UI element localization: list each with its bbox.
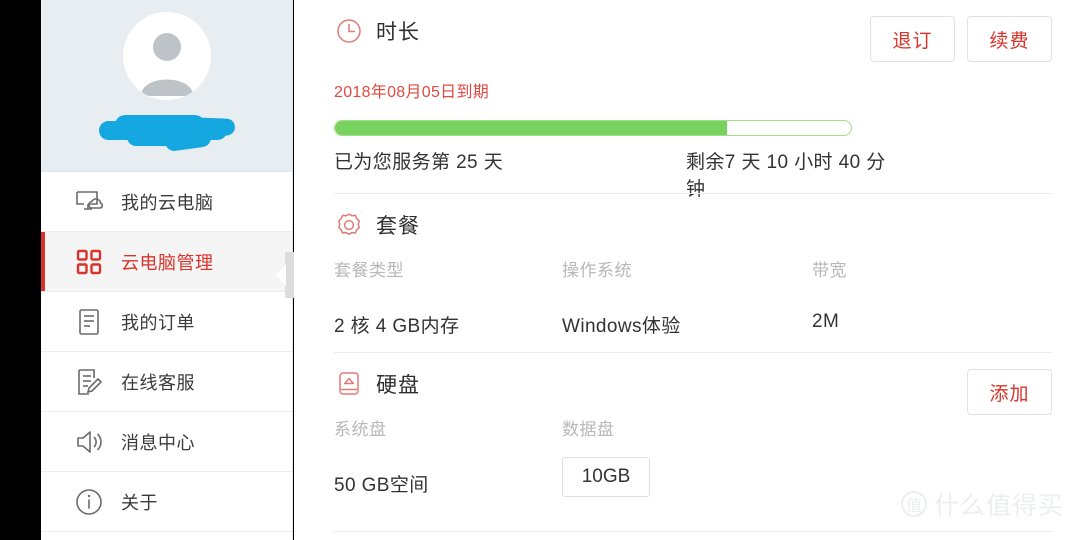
username-redaction <box>93 112 241 152</box>
service-progress-fill <box>335 121 728 135</box>
column-header: 带宽 <box>812 261 847 280</box>
expiry-date-text: 2018年08月05日到期 <box>334 84 490 101</box>
sidebar: 我的云电脑 云电脑管理 我的订单 在线客服 消息中心 关于 <box>41 0 293 540</box>
user-avatar-icon <box>122 12 211 100</box>
package-columns: 套餐类型 2 核 4 GB内存 操作系统 Windows体验 带宽 2M <box>334 256 1052 352</box>
unsubscribe-button[interactable]: 退订 <box>870 16 955 62</box>
main-panel: 时长 退订 续费 2018年08月05日到期 已为您服务第 25 天 剩余7 天… <box>294 0 1080 540</box>
sidebar-item-label: 消息中心 <box>121 432 195 453</box>
disk-actions: 添加 <box>967 369 1052 415</box>
disk-columns: 系统盘 50 GB空间 数据盘 10GB <box>334 415 1052 523</box>
speaker-icon <box>74 427 104 457</box>
column-header: 系统盘 <box>334 420 387 439</box>
grid-squares-icon <box>74 247 104 277</box>
disk-column-data: 数据盘 10GB <box>562 415 650 497</box>
info-circle-icon <box>74 487 104 517</box>
package-column-bandwidth: 带宽 2M <box>812 256 847 333</box>
disk-section: 硬盘 添加 系统盘 50 GB空间 数据盘 10GB <box>334 352 1052 523</box>
sidebar-item-label: 我的订单 <box>121 312 195 333</box>
section-title: 硬盘 <box>376 374 420 397</box>
progress-labels: 已为您服务第 25 天 剩余7 天 10 小时 40 分钟 <box>334 147 894 200</box>
left-black-gutter <box>0 0 41 540</box>
column-header: 套餐类型 <box>334 261 404 280</box>
sidebar-item-my-cloud-pc[interactable]: 我的云电脑 <box>41 172 292 232</box>
column-header: 数据盘 <box>562 420 615 439</box>
package-column-type: 套餐类型 2 核 4 GB内存 <box>334 256 459 338</box>
sidebar-item-about[interactable]: 关于 <box>41 472 292 532</box>
add-disk-button[interactable]: 添加 <box>967 369 1052 415</box>
package-section: 套餐 套餐类型 2 核 4 GB内存 操作系统 Windows体验 带宽 2M <box>334 193 1052 352</box>
column-value: 2M <box>812 311 840 332</box>
days-served-text: 已为您服务第 25 天 <box>334 152 504 173</box>
sidebar-item-online-support[interactable]: 在线客服 <box>41 352 292 412</box>
column-header: 操作系统 <box>562 261 632 280</box>
renew-button[interactable]: 续费 <box>967 16 1052 62</box>
bottom-divider <box>334 531 1052 532</box>
sidebar-nav: 我的云电脑 云电脑管理 我的订单 在线客服 消息中心 关于 <box>41 172 292 532</box>
monitor-cloud-icon <box>74 187 104 217</box>
package-header: 套餐 <box>334 194 1052 256</box>
column-value: Windows体验 <box>562 316 681 337</box>
app-root: 我的云电脑 云电脑管理 我的订单 在线客服 消息中心 关于 时长 退订 续费 2… <box>0 0 1080 540</box>
harddisk-icon <box>334 369 364 399</box>
column-value: 50 GB空间 <box>334 475 429 496</box>
profile-header <box>41 0 292 172</box>
section-title: 套餐 <box>376 215 420 238</box>
sidebar-item-label: 关于 <box>121 492 158 513</box>
section-title: 时长 <box>376 21 420 44</box>
chevron-left-icon <box>276 264 286 286</box>
redaction-brush-icon <box>98 115 235 151</box>
disk-column-system: 系统盘 50 GB空间 <box>334 415 429 497</box>
data-disk-size-chip[interactable]: 10GB <box>562 457 650 497</box>
clock-icon <box>334 16 364 46</box>
sidebar-item-label: 在线客服 <box>121 372 195 393</box>
document-edit-icon <box>74 367 104 397</box>
package-column-os: 操作系统 Windows体验 <box>562 256 681 338</box>
sidebar-item-label: 我的云电脑 <box>121 192 214 213</box>
avatar[interactable] <box>122 12 211 100</box>
sidebar-item-my-orders[interactable]: 我的订单 <box>41 292 292 352</box>
gear-outline-icon <box>334 210 364 240</box>
sidebar-collapse-handle[interactable] <box>276 252 294 298</box>
sidebar-item-message-center[interactable]: 消息中心 <box>41 412 292 472</box>
column-value: 2 核 4 GB内存 <box>334 316 460 337</box>
sidebar-item-cloud-pc-management[interactable]: 云电脑管理 <box>41 232 292 292</box>
service-progress-bar <box>334 120 852 136</box>
disk-header: 硬盘 <box>334 353 1052 415</box>
duration-section: 时长 退订 续费 2018年08月05日到期 已为您服务第 25 天 剩余7 天… <box>334 0 1052 200</box>
sidebar-item-label: 云电脑管理 <box>121 252 214 273</box>
duration-actions: 退订 续费 <box>870 16 1052 62</box>
document-lines-icon <box>74 307 104 337</box>
